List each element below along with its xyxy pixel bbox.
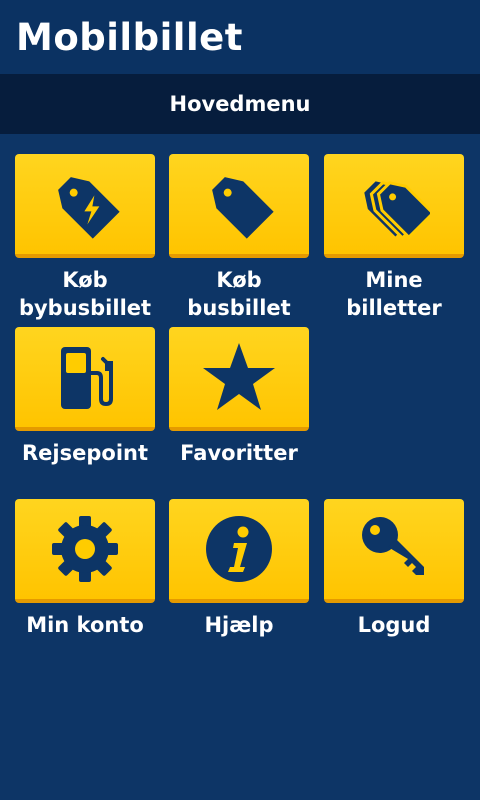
my-account-button[interactable]	[15, 499, 155, 603]
buy-bus-ticket-button[interactable]	[169, 154, 309, 258]
gear-icon	[52, 516, 118, 582]
rejsepoint-button[interactable]	[15, 327, 155, 431]
favorites-button[interactable]	[169, 327, 309, 431]
buy-city-bus-ticket-tile[interactable]: Køb bybusbillet	[15, 154, 155, 322]
app-screen: Mobilbillet Hovedmenu Køb bybusbillet Kø…	[0, 0, 480, 800]
app-header: Mobilbillet	[0, 0, 480, 74]
favorites-label: Favoritter	[180, 441, 298, 465]
my-tickets-label: Mine billetter	[346, 268, 442, 320]
buy-bus-ticket-tile[interactable]: Køb busbillet	[169, 154, 309, 322]
buy-city-bus-ticket-label: Køb bybusbillet	[18, 268, 152, 320]
logout-label: Logud	[357, 613, 431, 637]
my-account-tile[interactable]: Min konto	[15, 499, 155, 639]
buy-city-bus-ticket-button[interactable]	[15, 154, 155, 258]
buy-bus-ticket-label: Køb busbillet	[187, 268, 291, 320]
my-tickets-button[interactable]	[324, 154, 464, 258]
help-tile[interactable]: Hjælp	[169, 499, 309, 639]
logout-tile[interactable]: Logud	[324, 499, 464, 639]
favorites-tile[interactable]: Favoritter	[169, 327, 309, 467]
menu-title: Hovedmenu	[169, 92, 311, 116]
key-icon	[362, 517, 424, 575]
help-button[interactable]	[169, 499, 309, 603]
info-icon	[206, 516, 272, 582]
my-account-label: Min konto	[26, 613, 144, 637]
help-label: Hjælp	[204, 613, 274, 637]
logout-button[interactable]	[324, 499, 464, 603]
menu-title-bar: Hovedmenu	[0, 74, 480, 134]
my-tickets-tile[interactable]: Mine billetter	[324, 154, 464, 322]
tag-icon	[212, 177, 274, 239]
star-icon	[203, 343, 275, 410]
tag-lightning-icon	[58, 177, 120, 239]
rejsepoint-tile[interactable]: Rejsepoint	[15, 327, 155, 467]
rejsepoint-label: Rejsepoint	[22, 441, 148, 465]
app-title: Mobilbillet	[16, 15, 243, 59]
tags-icon	[364, 181, 430, 240]
fuel-pump-icon	[61, 347, 113, 409]
